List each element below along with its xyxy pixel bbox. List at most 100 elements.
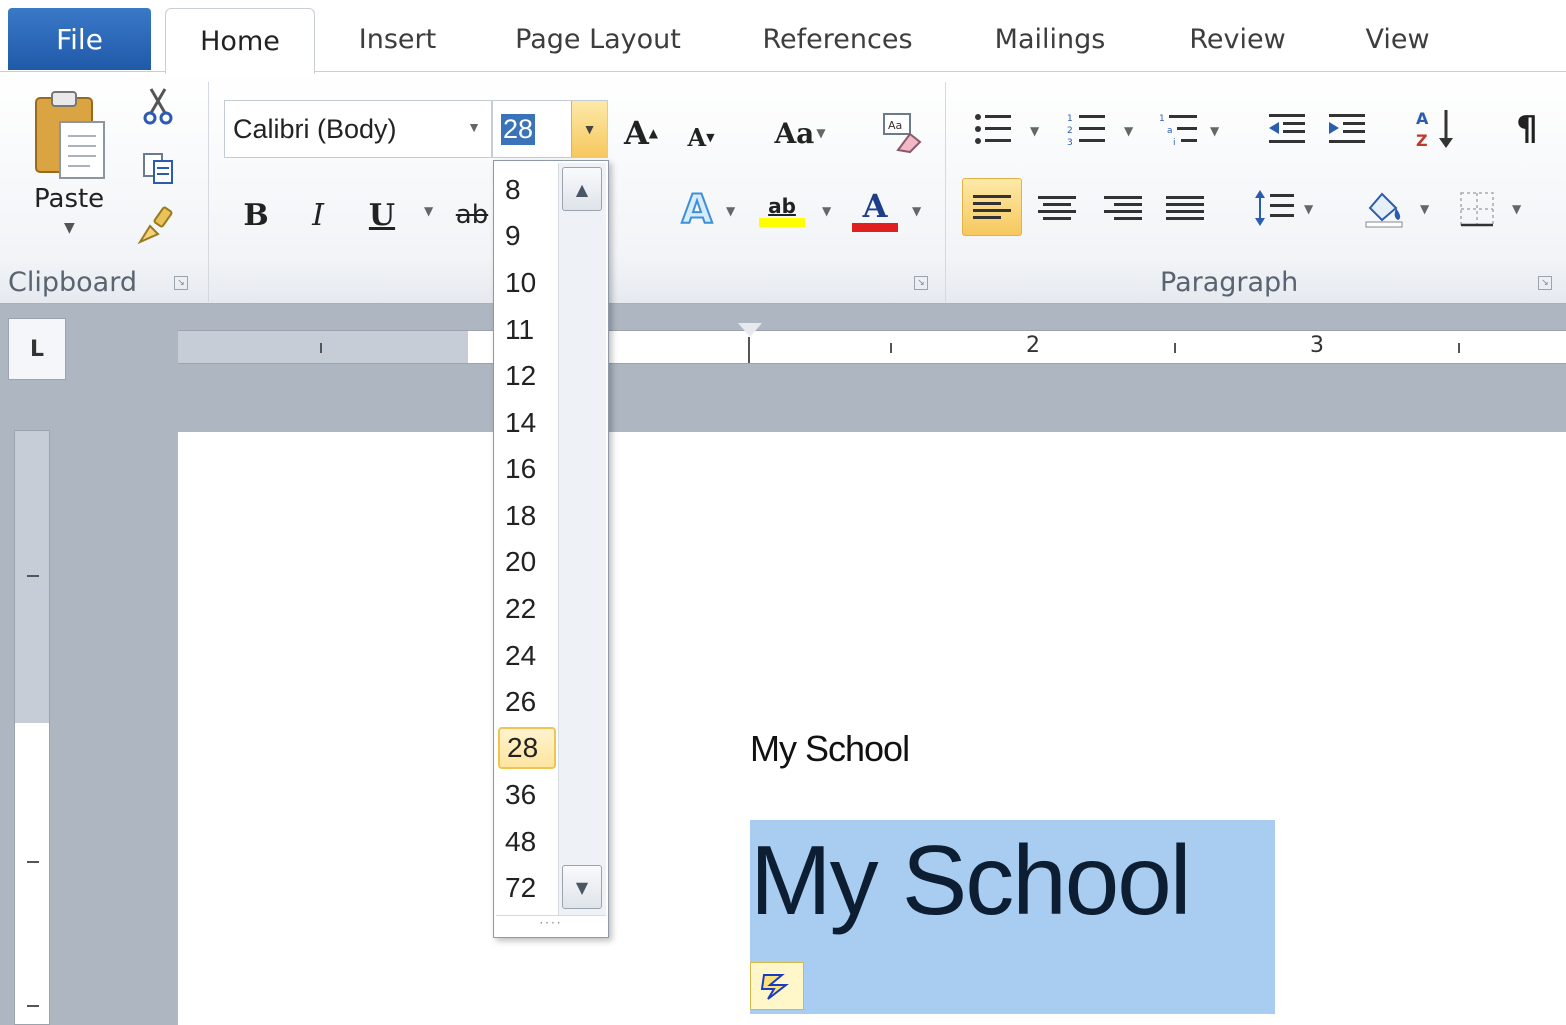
font-size-option[interactable]: 10 [498, 262, 556, 304]
svg-text:i: i [1173, 138, 1176, 146]
tab-page-layout[interactable]: Page Layout [498, 8, 698, 70]
document-selected-text[interactable]: My School [750, 824, 1192, 937]
font-size-option-selected[interactable]: 28 [498, 727, 556, 769]
copy-icon[interactable] [138, 148, 178, 188]
underline-button[interactable]: U [362, 190, 402, 240]
scroll-down-arrow-icon[interactable]: ▼ [562, 865, 602, 909]
show-formatting-marks-icon[interactable]: ¶ [1504, 106, 1550, 152]
document-text-line[interactable]: My School [750, 728, 910, 770]
clipboard-dialog-launcher-icon[interactable]: ↘ [174, 276, 188, 290]
document-page[interactable]: My School My School [178, 432, 1566, 1025]
svg-text:Z: Z [1416, 131, 1428, 150]
font-size-combobox[interactable]: 28 ▼ [492, 100, 608, 158]
tab-insert[interactable]: Insert [340, 8, 455, 70]
font-color-dropdown-icon[interactable]: ▼ [912, 204, 921, 218]
ruler-tick [1458, 343, 1460, 353]
font-size-option[interactable]: 20 [498, 541, 556, 583]
tab-view[interactable]: View [1345, 8, 1450, 70]
group-separator [945, 82, 946, 302]
paste-button-label[interactable]: Paste [34, 184, 104, 214]
font-size-option[interactable]: 16 [498, 448, 556, 490]
font-size-option[interactable]: 48 [498, 821, 556, 863]
font-size-option[interactable]: 9 [498, 215, 556, 257]
font-size-option[interactable]: 14 [498, 402, 556, 444]
svg-text:a: a [1167, 126, 1173, 136]
highlight-color-bar [759, 217, 805, 227]
font-size-option[interactable]: 12 [498, 355, 556, 397]
tab-selector-icon[interactable]: L [8, 318, 66, 380]
text-effects-dropdown-icon[interactable]: ▼ [726, 204, 735, 218]
ruler-top-margin [15, 431, 49, 723]
shading-icon[interactable] [1358, 182, 1410, 234]
paste-dropdown-arrow-icon[interactable]: ▼ [64, 220, 75, 236]
bullets-icon[interactable] [968, 108, 1018, 150]
paste-options-icon[interactable] [750, 962, 804, 1010]
italic-button[interactable]: I [298, 190, 338, 240]
line-spacing-dropdown-icon[interactable]: ▼ [1304, 202, 1313, 216]
increase-indent-icon[interactable] [1322, 108, 1372, 150]
font-size-option[interactable]: 8 [498, 169, 556, 211]
font-size-value[interactable]: 28 [501, 113, 536, 145]
borders-icon[interactable] [1452, 184, 1502, 234]
tab-review[interactable]: Review [1170, 8, 1305, 70]
highlight-dropdown-icon[interactable]: ▼ [822, 204, 831, 218]
text-effects-button[interactable]: A [672, 184, 722, 236]
bold-button[interactable]: B [236, 190, 276, 240]
tab-file[interactable]: File [8, 8, 151, 70]
paragraph-dialog-launcher-icon[interactable]: ↘ [1538, 276, 1552, 290]
font-color-label: A [862, 186, 888, 225]
shrink-font-icon[interactable]: A ▼ [680, 116, 722, 158]
format-painter-icon[interactable] [136, 206, 176, 246]
paste-icon[interactable] [30, 88, 112, 184]
grow-font-icon[interactable]: A ▲ [618, 110, 664, 156]
font-name-dropdown-icon[interactable]: ▼ [467, 119, 481, 135]
numbering-dropdown-icon[interactable]: ▼ [1124, 124, 1133, 138]
align-right-icon[interactable] [1098, 182, 1148, 234]
svg-text:Aa: Aa [888, 119, 902, 132]
align-center-icon[interactable] [1032, 182, 1082, 234]
font-dialog-launcher-icon[interactable]: ↘ [914, 276, 928, 290]
svg-text:3: 3 [1067, 138, 1073, 146]
sort-icon[interactable]: AZ [1410, 104, 1460, 152]
first-line-indent-marker-icon[interactable] [738, 323, 762, 337]
shading-dropdown-icon[interactable]: ▼ [1420, 202, 1429, 216]
font-size-option[interactable]: 26 [498, 681, 556, 723]
font-size-option[interactable]: 22 [498, 588, 556, 630]
borders-dropdown-icon[interactable]: ▼ [1512, 202, 1521, 216]
font-name-combobox[interactable]: Calibri (Body) ▼ [224, 100, 492, 158]
numbering-icon[interactable]: 1 2 3 [1062, 108, 1112, 150]
font-size-dropdown-icon[interactable]: ▼ [571, 101, 607, 157]
line-spacing-icon[interactable] [1250, 182, 1300, 234]
multilevel-list-dropdown-icon[interactable]: ▼ [1210, 124, 1219, 138]
underline-dropdown-icon[interactable]: ▼ [424, 204, 433, 218]
dropdown-resize-grip-icon[interactable]: ···· [496, 915, 606, 935]
horizontal-ruler[interactable]: 2 3 [178, 323, 1566, 364]
vertical-ruler[interactable] [14, 430, 50, 1025]
font-size-option[interactable]: 18 [498, 495, 556, 537]
scroll-up-arrow-icon[interactable]: ▲ [562, 167, 602, 211]
font-size-option[interactable]: 11 [498, 309, 556, 351]
clear-formatting-icon[interactable]: Aa [876, 106, 928, 158]
justify-icon[interactable] [1160, 182, 1210, 234]
ribbon: Paste ▼ Clipboard ↘ Calibri (Body) ▼ 28 … [0, 72, 1566, 304]
align-left-icon[interactable] [962, 178, 1022, 236]
font-size-dropdown-list[interactable]: 8 9 10 11 12 14 16 18 20 22 24 26 28 36 … [493, 160, 609, 938]
font-size-option[interactable]: 72 [498, 867, 556, 909]
font-color-button[interactable]: A [850, 184, 900, 236]
dropdown-scrollbar[interactable]: ▲ ▼ [558, 163, 606, 915]
change-case-button[interactable]: Aa ▼ [765, 110, 835, 156]
decrease-indent-icon[interactable] [1262, 108, 1312, 150]
cut-icon[interactable] [138, 86, 178, 126]
tab-mailings[interactable]: Mailings [975, 8, 1125, 70]
strikethrough-icon[interactable]: ab [452, 190, 492, 240]
multilevel-list-icon[interactable]: 1ai [1154, 108, 1204, 150]
group-separator [208, 82, 209, 302]
svg-text:1: 1 [1067, 114, 1073, 124]
bullets-dropdown-icon[interactable]: ▼ [1030, 124, 1039, 138]
highlight-button[interactable]: ab [756, 184, 808, 236]
font-size-option[interactable]: 36 [498, 774, 556, 816]
ruler-tick [27, 1005, 39, 1007]
tab-references[interactable]: References [745, 8, 930, 70]
font-size-option[interactable]: 24 [498, 635, 556, 677]
tab-home[interactable]: Home [165, 8, 315, 74]
